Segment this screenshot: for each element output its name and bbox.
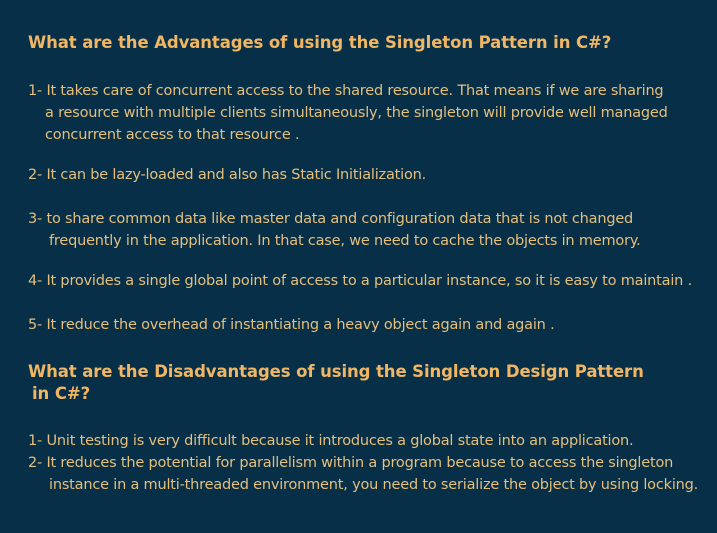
advantage-item-4-line-1: 4- It provides a single global point of … bbox=[28, 273, 692, 289]
advantage-item-1-line-1: 1- It takes care of concurrent access to… bbox=[28, 83, 664, 99]
advantage-item-3-line-1: 3- to share common data like master data… bbox=[28, 211, 634, 227]
advantage-item-3: 3- to share common data like master data… bbox=[28, 208, 641, 252]
advantage-item-5-line-1: 5- It reduce the overhead of instantiati… bbox=[28, 317, 555, 333]
disadvantage-item-2: 2- It reduces the potential for parallel… bbox=[28, 452, 698, 496]
advantage-item-5: 5- It reduce the overhead of instantiati… bbox=[28, 314, 555, 336]
disadvantage-item-2-line-2: instance in a multi-threaded environment… bbox=[49, 477, 699, 493]
advantage-item-3-line-2: frequently in the application. In that c… bbox=[49, 233, 641, 249]
advantage-item-2-line-1: 2- It can be lazy-loaded and also has St… bbox=[28, 167, 427, 183]
advantage-item-1-line-2: a resource with multiple clients simulta… bbox=[45, 105, 668, 121]
disadvantage-item-1-line-1: 1- Unit testing is very difficult becaus… bbox=[28, 433, 634, 449]
article-content: What are the Advantages of using the Sin… bbox=[0, 0, 717, 533]
advantage-item-1: 1- It takes care of concurrent access to… bbox=[28, 80, 668, 146]
disadvantage-item-2-line-1: 2- It reduces the potential for parallel… bbox=[28, 455, 674, 471]
disadvantage-item-1: 1- Unit testing is very difficult becaus… bbox=[28, 430, 634, 452]
disadvantages-heading: What are the Disadvantages of using the … bbox=[28, 361, 644, 405]
advantages-heading: What are the Advantages of using the Sin… bbox=[28, 33, 612, 52]
advantage-item-2: 2- It can be lazy-loaded and also has St… bbox=[28, 164, 426, 186]
disadvantages-heading-line-2: in C#? bbox=[32, 384, 91, 403]
advantage-item-1-line-3: concurrent access to that resource . bbox=[45, 127, 300, 143]
advantage-item-4: 4- It provides a single global point of … bbox=[28, 270, 692, 292]
disadvantages-heading-line-1: What are the Disadvantages of using the … bbox=[28, 362, 644, 381]
